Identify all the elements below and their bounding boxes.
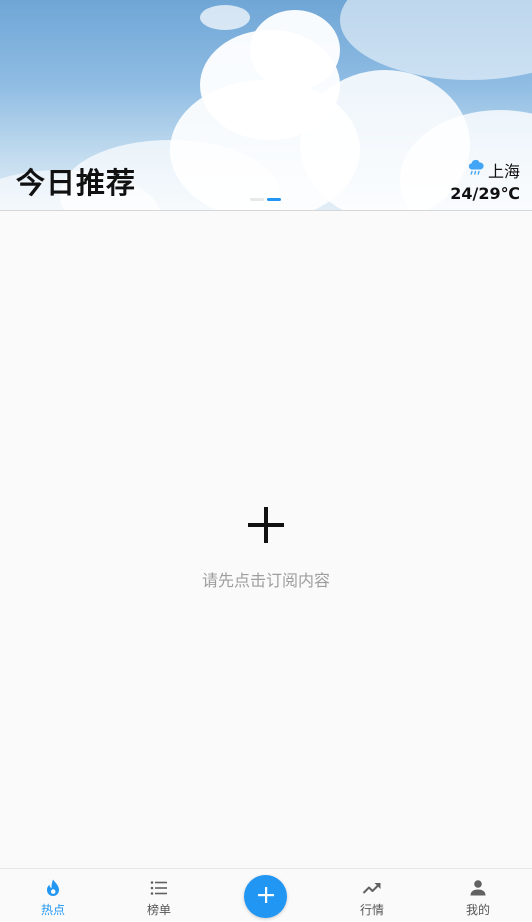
nav-item-market[interactable]: 行情 xyxy=(319,869,425,922)
weather-temperature: 24/29℃ xyxy=(450,184,520,203)
nav-label: 榜单 xyxy=(146,903,171,917)
nav-item-profile[interactable]: 我的 xyxy=(425,869,531,922)
empty-state: 请先点击订阅内容 xyxy=(0,505,532,591)
flame-icon xyxy=(42,878,64,898)
weather-widget[interactable]: 上海 24/29℃ xyxy=(450,158,520,203)
nav-label: 行情 xyxy=(359,903,384,917)
nav-label: 我的 xyxy=(465,903,490,917)
bottom-navigation: 热点 榜单 行情 我的 xyxy=(0,868,532,922)
weather-city: 上海 xyxy=(487,162,520,181)
rain-cloud-icon xyxy=(467,159,485,181)
nav-item-hot[interactable]: 热点 xyxy=(0,869,106,922)
nav-item-rankings[interactable]: 榜单 xyxy=(106,869,212,922)
list-icon xyxy=(148,878,170,898)
carousel-indicator xyxy=(250,198,281,201)
person-icon xyxy=(467,878,489,898)
header-banner[interactable]: 今日推荐 上海 24/29℃ xyxy=(0,0,532,211)
empty-state-message: 请先点击订阅内容 xyxy=(201,571,330,590)
trending-up-icon xyxy=(361,878,383,898)
nav-add-button[interactable] xyxy=(244,875,287,918)
app-screen: 今日推荐 上海 24/29℃ 请先点击订阅内容 热点 榜单 行情 我的 xyxy=(0,0,532,922)
plus-icon xyxy=(246,507,286,549)
carousel-dot-active xyxy=(267,198,281,201)
add-subscription-button[interactable] xyxy=(246,505,286,545)
nav-label: 热点 xyxy=(40,903,65,917)
page-title: 今日推荐 xyxy=(16,166,137,200)
carousel-dot xyxy=(250,198,264,201)
plus-icon xyxy=(257,886,275,908)
